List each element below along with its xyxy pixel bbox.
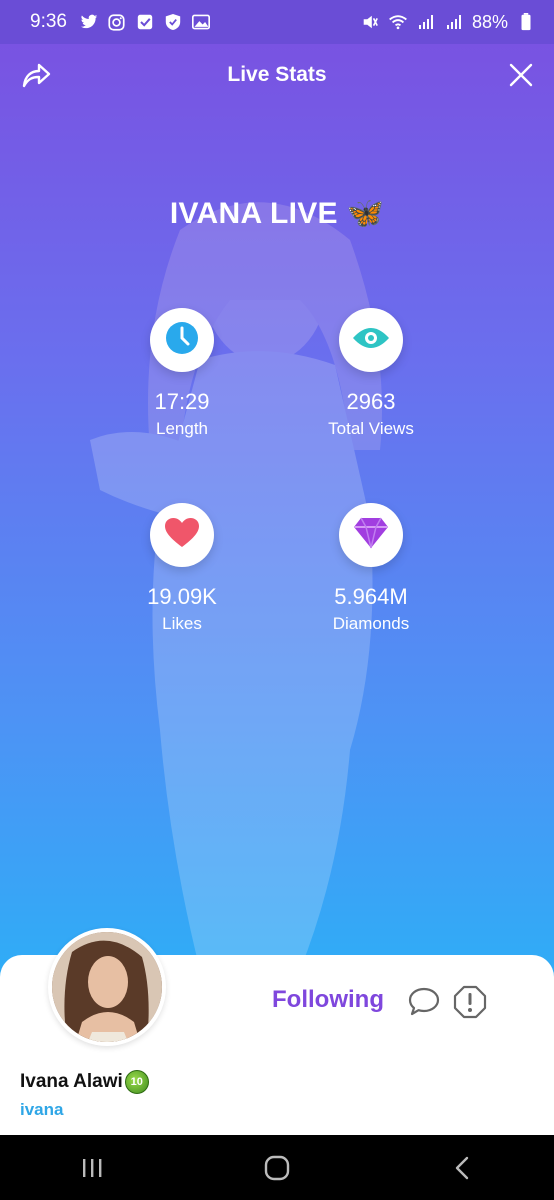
instagram-icon [107,13,127,31]
stat-likes: 19.09K Likes [82,503,282,634]
stat-value: 17:29 [154,389,210,414]
avatar[interactable] [48,928,166,1046]
battery-percent: 88% [471,11,508,32]
close-icon[interactable] [508,62,534,88]
clock-icon [164,320,200,361]
stat-length: 17:29 Length [82,308,282,439]
image-icon [191,13,211,31]
signal-icon [416,13,436,31]
battery-icon [516,13,536,31]
stat-label: Total Views [328,419,414,438]
back-icon[interactable] [432,1148,492,1188]
live-title: IVANA LIVE 🦋 [169,197,385,230]
user-handle[interactable]: ivana [20,1100,63,1120]
navigation-bar [0,1135,554,1200]
avatar-photo [52,932,162,1042]
stat-icon-circle [339,503,403,567]
stat-total-views: 2963 Total Views [271,308,471,439]
share-icon[interactable] [20,60,52,90]
home-icon[interactable] [247,1148,307,1188]
stat-label: Diamonds [332,614,410,633]
wifi-icon [388,13,408,31]
shield-check-icon [163,13,183,31]
system-icons: 88% [360,12,536,33]
level-badge: 10 [124,1070,149,1094]
stat-label: Likes [162,614,202,633]
heart-icon [164,517,200,554]
check-icon [135,13,155,31]
user-name[interactable]: Ivana Alawi 10 [20,1070,149,1094]
status-time: 9:36 [30,11,67,32]
stat-label: Length [156,419,208,438]
following-button[interactable]: Following [272,986,384,1014]
stat-icon-circle [150,503,214,567]
eye-icon [351,324,391,357]
stat-diamonds: 5.964M Diamonds [271,503,471,634]
page-title: Live Stats [227,63,327,86]
status-bar: 9:36 88% [0,0,554,44]
stat-value: 5.964M [334,584,408,609]
stat-icon-circle [339,308,403,372]
live-stats-screen: 9:36 88% Live Stats IVANA LIVE 🦋 17:29 L… [0,0,554,1200]
header: Live Stats [0,44,554,106]
stat-value: 2963 [346,389,396,414]
diamond-icon [352,516,390,555]
chat-icon[interactable] [407,986,441,1018]
notification-icons [79,13,211,31]
report-icon[interactable] [453,985,487,1019]
mute-icon [360,13,380,31]
recents-icon[interactable] [62,1148,122,1188]
user-name-text: Ivana Alawi [20,1071,123,1092]
stat-icon-circle [150,308,214,372]
twitter-icon [79,13,99,31]
signal-icon [444,13,464,31]
stat-value: 19.09K [147,584,217,609]
